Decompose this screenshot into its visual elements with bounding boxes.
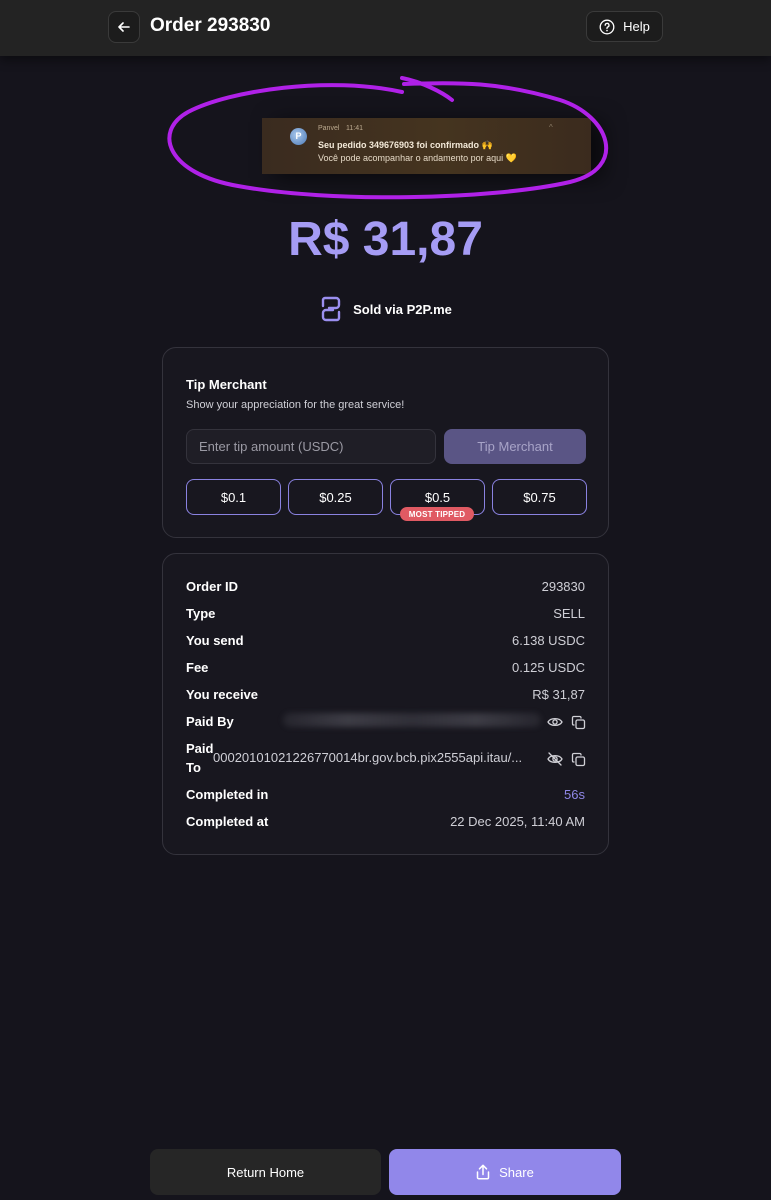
you-send-label: You send [186,633,244,648]
notification-title: Seu pedido 349676903 foi confirmado 🙌 [318,140,493,150]
completed-at-value: 22 Dec 2025, 11:40 AM [450,814,585,829]
notification-body: Você pode acompanhar o andamento por aqu… [318,153,517,163]
help-button[interactable]: Help [586,11,663,42]
completed-in-label: Completed in [186,787,269,802]
most-tipped-badge: MOST TIPPED [400,507,474,521]
completed-at-label: Completed at [186,814,269,829]
order-id-label: Order ID [186,579,239,594]
share-button[interactable]: Share [389,1149,621,1195]
tip-amount-input[interactable] [186,429,436,464]
page-title: Order 293830 [150,15,271,36]
order-details-card: Order ID 293830 Type SELL You send 6.138… [162,553,609,855]
fee-label: Fee [186,660,209,675]
paid-by-value-hidden [283,713,541,727]
tip-merchant-card: Tip Merchant Show your appreciation for … [162,347,609,538]
you-receive-label: You receive [186,687,259,702]
tip-merchant-button[interactable]: Tip Merchant [444,429,586,464]
tip-option-0-25[interactable]: $0.25 [288,479,383,515]
question-circle-icon [599,19,615,34]
tip-subtitle: Show your appreciation for the great ser… [186,399,405,411]
arrow-left-icon [118,22,130,32]
eye-icon[interactable] [546,713,564,731]
back-button[interactable] [108,11,140,43]
notification-app-name: Panvel [318,125,340,132]
paid-to-label-line2: To [186,760,201,775]
tip-title: Tip Merchant [186,377,267,392]
chevron-up-icon: ^ [549,123,553,132]
tip-option-0-75[interactable]: $0.75 [492,479,587,515]
tip-option-0-1[interactable]: $0.1 [186,479,281,515]
return-home-button[interactable]: Return Home [150,1149,381,1195]
paid-to-label-line1: Paid [186,741,214,756]
you-receive-value: R$ 31,87 [532,687,585,702]
help-label: Help [623,19,650,34]
eye-off-icon[interactable] [546,750,564,768]
order-amount: R$ 31,87 [288,213,483,266]
copy-icon[interactable] [569,750,587,768]
paid-to-value: 00020101021226770014br.gov.bcb.pix2555ap… [213,750,523,765]
top-bar: Order 293830 Help [0,0,771,56]
completed-in-value: 56s [564,787,585,802]
type-value: SELL [553,606,585,621]
type-label: Type [186,606,216,621]
share-icon [476,1164,490,1180]
copy-icon[interactable] [569,713,587,731]
fee-value: 0.125 USDC [512,660,585,675]
you-send-value: 6.138 USDC [512,633,585,648]
notification-time: 11:41 [346,125,363,132]
order-id-value: 293830 [541,579,585,594]
p2p-logo-icon [321,296,341,322]
paid-by-label: Paid By [186,714,234,729]
notification-snippet: P Panvel 11:41 ^ Seu pedido 349676903 fo… [262,118,591,174]
notification-app-avatar: P [290,128,307,145]
share-label: Share [499,1164,534,1180]
sold-via-label: Sold via P2P.me [353,301,452,317]
sold-via: Sold via P2P.me [0,296,771,322]
